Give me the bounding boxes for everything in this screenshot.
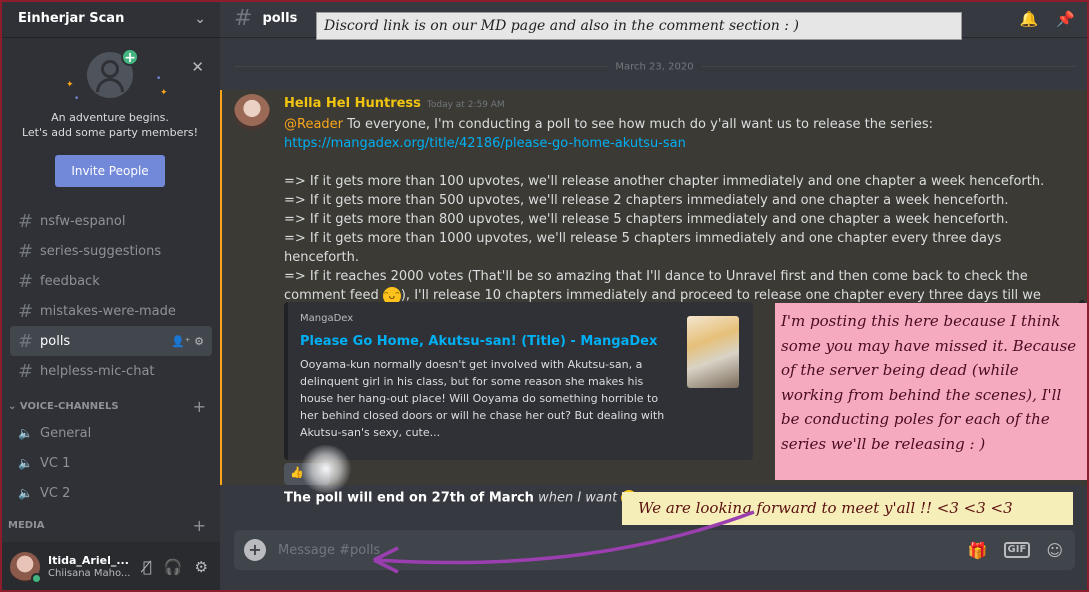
hash-icon: # [234,6,253,31]
channel-label: VC 1 [40,455,71,471]
message-text: To everyone, I'm conducting a poll to se… [343,117,933,132]
poll-option: => If it gets more than 500 upvotes, we'… [284,193,1009,208]
poll-option: => If it gets more than 1000 upvotes, we… [284,231,1002,265]
hash-icon: # [18,270,34,292]
channel-nsfw-espanol[interactable]: # nsfw-espanol [10,206,212,236]
hash-icon: # [18,360,34,382]
message-body: Hella Hel Huntress Today at 2:59 AM @Read… [284,94,1079,324]
channel-polls[interactable]: # polls 👤⁺ ⚙ [10,326,212,356]
hash-icon: # [18,240,34,262]
user-mention[interactable]: @Reader [284,117,343,132]
channel-label: feedback [40,273,100,289]
composer-icons: 🎁 GIF ☺ [968,541,1063,560]
channel-label: nsfw-espanol [40,213,126,229]
user-panel: Itida_Ariel_... Chiisana Maho... 🎙̸ 🎧 ⚙ [0,542,220,592]
add-channel-icon[interactable]: + [193,518,206,532]
invite-text: An adventure begins. Let's add some part… [4,110,216,140]
headphones-icon[interactable]: 🎧 [164,558,183,576]
username: Itida_Ariel_... [48,554,129,567]
invite-people-button[interactable]: Invite People [55,155,165,187]
user-controls: 🎙̸ 🎧 ⚙ [143,558,208,576]
add-member-illustration-icon: + [87,48,139,98]
main-panel: # polls 🔔 📌 Discord link is on our MD pa… [220,0,1089,592]
voice-channel-general[interactable]: 🔈 General [10,418,212,448]
add-member-icon[interactable]: 👤⁺ [171,335,191,348]
channel-label: VC 2 [40,485,71,501]
embed-title[interactable]: Please Go Home, Akutsu-san! (Title) - Ma… [300,334,657,349]
poll-option: => If it gets more than 800 upvotes, we'… [284,212,1009,227]
hash-icon: # [18,330,34,352]
top-annotation-note: Discord link is on our MD page and also … [316,12,962,40]
channel-mistakes-were-made[interactable]: # mistakes-were-made [10,296,212,326]
embed-thumbnail[interactable] [687,316,739,388]
speaker-icon: 🔈 [18,456,33,470]
header-icons: 🔔 📌 [1020,10,1075,28]
close-icon[interactable]: ✕ [191,58,204,76]
pink-annotation-note: I'm posting this here because I think so… [775,303,1089,480]
avatar[interactable] [10,552,42,584]
channel-title: polls [262,11,298,26]
category-label: VOICE-CHANNELS [19,400,119,412]
channel-label: polls [40,333,71,349]
sparkle-icon: ✦ [160,88,168,98]
embed-provider: MangaDex [300,313,354,324]
gear-icon[interactable]: ⚙ [194,335,204,348]
channel-label: mistakes-were-made [40,303,176,319]
channel-feedback[interactable]: # feedback [10,266,212,296]
pin-icon[interactable]: 📌 [1056,10,1075,28]
highlight-glow [300,445,352,493]
avatar[interactable] [234,94,270,130]
hash-icon: # [18,300,34,322]
channel-label: General [40,425,92,441]
bell-icon[interactable]: 🔔 [1020,10,1039,28]
channel-helpless-mic-chat[interactable]: # helpless-mic-chat [10,356,212,386]
channel-series-suggestions[interactable]: # series-suggestions [10,236,212,266]
channel-list: # nsfw-espanol # series-suggestions # feedb… [0,206,220,532]
sparkle-icon: • [156,74,162,84]
mute-microphone-icon[interactable]: 🎙̸ [143,558,152,576]
voice-channel-vc1[interactable]: 🔈 VC 1 [10,448,212,478]
channel-tools: 👤⁺ ⚙ [171,335,204,348]
gif-icon[interactable]: GIF [1003,542,1031,558]
add-channel-icon[interactable]: + [193,397,206,416]
user-status: Chiisana Maho... [48,568,131,579]
invite-title: An adventure begins. [51,111,169,124]
user-names: Itida_Ariel_... Chiisana Maho... [48,554,130,580]
voice-channel-vc2[interactable]: 🔈 VC 2 [10,478,212,508]
invite-panel: ✕ ✦ • • ✦ + An adventure begins. Let's a… [4,48,216,212]
emoji-picker-icon[interactable]: ☺ [1046,541,1063,560]
hash-icon: # [18,210,34,232]
guild-header[interactable]: Einherjar Scan ⌄ [0,0,220,38]
attach-plus-icon[interactable]: + [244,539,266,561]
link-embed: MangaDex Please Go Home, Akutsu-san! (Ti… [284,302,753,460]
speaker-icon: 🔈 [18,426,33,440]
annotation-arrow [373,510,755,574]
invite-subtitle: Let's add some party members! [21,126,199,139]
channel-label: helpless-mic-chat [40,363,155,379]
mangadex-link[interactable]: https://mangadex.org/title/42186/please-… [284,136,686,151]
date-label: March 23, 2020 [607,61,702,73]
settings-gear-icon[interactable]: ⚙ [195,558,208,576]
sparkle-icon: ✦ [66,80,74,90]
chevron-down-icon: ⌄ [8,400,20,412]
online-status-icon [31,573,42,584]
speaker-icon: 🔈 [18,486,33,500]
poll-option: => If it gets more than 100 upvotes, we'… [284,174,1045,189]
channel-label: series-suggestions [40,243,162,259]
category-label: MEDIA [8,519,45,531]
category-media[interactable]: MEDIA + [0,518,220,532]
chevron-down-icon[interactable]: ⌄ [194,11,206,27]
date-divider: March 23, 2020 [234,61,1075,73]
category-voice-channels[interactable]: ⌄ VOICE-CHANNELS + [0,394,220,418]
gift-icon[interactable]: 🎁 [968,541,988,560]
sparkle-icon: • [74,94,80,104]
sidebar: Einherjar Scan ⌄ ✕ ✦ • • ✦ + An adventur… [0,0,220,592]
message-author[interactable]: Hella Hel Huntress [284,96,421,111]
message-timestamp: Today at 2:59 AM [426,100,505,110]
embed-description: Ooyama-kun normally doesn't get involved… [300,358,665,439]
guild-name: Einherjar Scan [18,11,125,26]
